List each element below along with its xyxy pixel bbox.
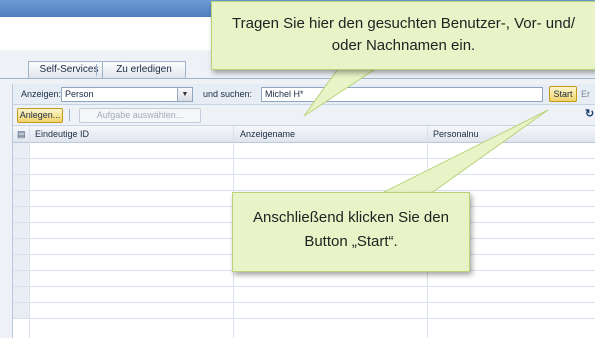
callout-pointer-start bbox=[379, 109, 549, 195]
start-hint-callout: Anschließend klicken Sie den Button „Sta… bbox=[232, 192, 470, 272]
search-hint-text: Tragen Sie hier den gesuchten Benutzer-,… bbox=[232, 15, 575, 54]
search-hint-callout: Tragen Sie hier den gesuchten Benutzer-,… bbox=[211, 1, 595, 70]
callout-pointer-search bbox=[303, 65, 382, 117]
start-hint-text: Anschließend klicken Sie den Button „Sta… bbox=[253, 209, 449, 250]
